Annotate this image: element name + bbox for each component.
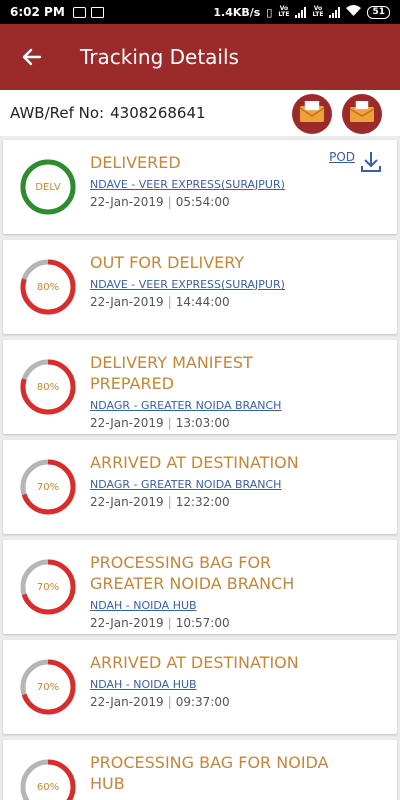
- progress-label: 60%: [36, 781, 60, 793]
- event-date: 22-Jan-2019: [90, 295, 164, 309]
- event-datetime: 22-Jan-2019 | 13:03:00: [90, 416, 337, 430]
- progress-label: 80%: [36, 381, 60, 393]
- tracking-event-card-5: 70% ARRIVED AT DESTINATION NDAH - NOIDA …: [3, 640, 397, 734]
- event-status-line: GREATER NOIDA BRANCH: [90, 574, 295, 593]
- event-status: DELIVERY MANIFEST PREPARED: [90, 352, 337, 394]
- event-date: 22-Jan-2019: [90, 616, 164, 630]
- pod-download-button[interactable]: POD: [329, 150, 383, 178]
- ref-label: AWB/Ref No:: [10, 104, 105, 122]
- app-bar: Tracking Details: [0, 24, 400, 90]
- message-icon: [90, 6, 104, 18]
- event-datetime: 22-Jan-2019 | 09:37:00: [90, 695, 337, 709]
- tracking-event-card-6: 60% PROCESSING BAG FOR NOIDAHUB |: [3, 740, 397, 800]
- event-branch-link[interactable]: NDAH - NOIDA HUB: [90, 678, 197, 691]
- wifi-icon: [346, 5, 362, 19]
- progress-ring: 80%: [18, 357, 78, 417]
- progress-label: 70%: [36, 681, 60, 693]
- tracking-event-card-1: 80% OUT FOR DELIVERY NDAVE - VEER EXPRES…: [3, 240, 397, 334]
- tracking-event-card-0: DELV DELIVERED NDAVE - VEER EXPRESS(SURA…: [3, 140, 397, 234]
- datetime-separator: |: [167, 416, 172, 430]
- event-datetime: 22-Jan-2019 | 12:32:00: [90, 495, 337, 509]
- datetime-separator: |: [167, 695, 172, 709]
- event-status-line: PROCESSING BAG FOR: [90, 553, 272, 572]
- progress-label: DELV: [35, 181, 61, 193]
- pod-label: POD: [329, 150, 355, 164]
- envelope-icon: [299, 100, 325, 127]
- event-datetime: 22-Jan-2019 | 14:44:00: [90, 295, 337, 309]
- progress-ring: DELV: [18, 157, 78, 217]
- event-time: 14:44:00: [175, 295, 230, 309]
- tracking-event-card-2: 80% DELIVERY MANIFEST PREPARED NDAGR - G…: [3, 340, 397, 434]
- event-status: ARRIVED AT DESTINATION: [90, 652, 337, 673]
- event-branch-link[interactable]: NDAGR - GREATER NOIDA BRANCH: [90, 478, 281, 491]
- lte-icon-2: Vo LTE: [312, 5, 324, 18]
- event-datetime: 22-Jan-2019 | 05:54:00: [90, 195, 337, 209]
- progress-ring: 70%: [18, 557, 78, 617]
- event-status: DELIVERED: [90, 152, 337, 173]
- lte-icon: Vo LTE: [278, 5, 290, 18]
- battery-icon: 51: [367, 5, 390, 19]
- sms-button[interactable]: [342, 94, 382, 134]
- event-date: 22-Jan-2019: [90, 695, 164, 709]
- status-bar: 6:02 PM 1.4KB/s ▯ Vo LTE Vo LTE 51: [0, 0, 400, 24]
- event-status-line: HUB: [90, 774, 125, 793]
- event-status: PROCESSING BAG FOR GREATER NOIDA BRANCH: [90, 552, 337, 594]
- event-status-line: ARRIVED AT DESTINATION: [90, 453, 299, 472]
- tracking-event-card-3: 70% ARRIVED AT DESTINATION NDAGR - GREAT…: [3, 440, 397, 534]
- email-button[interactable]: [292, 94, 332, 134]
- sms-envelope-icon: [349, 100, 375, 127]
- event-date: 22-Jan-2019: [90, 416, 164, 430]
- progress-label: 70%: [36, 581, 60, 593]
- event-branch-link[interactable]: NDAGR - GREATER NOIDA BRANCH: [90, 399, 281, 412]
- gallery-icon: [72, 6, 86, 18]
- ref-value: 4308268641: [110, 104, 206, 122]
- event-branch-link[interactable]: NDAH - NOIDA HUB: [90, 599, 197, 612]
- event-status-line: DELIVERED: [90, 153, 181, 172]
- net-speed: 1.4KB/s: [213, 5, 261, 19]
- progress-ring: 60%: [18, 757, 78, 800]
- event-branch-link[interactable]: NDAVE - VEER EXPRESS(SURAJPUR): [90, 178, 285, 191]
- progress-ring: 70%: [18, 657, 78, 717]
- reference-row: AWB/Ref No: 4308268641: [0, 90, 400, 136]
- tracking-event-list: DELV DELIVERED NDAVE - VEER EXPRESS(SURA…: [0, 136, 400, 800]
- event-status-line: ARRIVED AT DESTINATION: [90, 653, 299, 672]
- event-status-line: OUT FOR DELIVERY: [90, 253, 245, 272]
- status-time: 6:02 PM: [10, 5, 65, 19]
- page-title: Tracking Details: [80, 45, 239, 69]
- datetime-separator: |: [167, 616, 172, 630]
- event-date: 22-Jan-2019: [90, 495, 164, 509]
- event-status-line: DELIVERY MANIFEST PREPARED: [90, 353, 253, 393]
- progress-ring: 80%: [18, 257, 78, 317]
- signal-icon-1: [295, 6, 307, 18]
- event-time: 05:54:00: [175, 195, 230, 209]
- event-branch-link[interactable]: NDAVE - VEER EXPRESS(SURAJPUR): [90, 278, 285, 291]
- event-time: 12:32:00: [175, 495, 230, 509]
- event-status: ARRIVED AT DESTINATION: [90, 452, 337, 473]
- progress-label: 70%: [36, 481, 60, 493]
- event-status: OUT FOR DELIVERY: [90, 252, 337, 273]
- event-date: 22-Jan-2019: [90, 195, 164, 209]
- progress-ring: 70%: [18, 457, 78, 517]
- datetime-separator: |: [167, 295, 172, 309]
- event-status-line: PROCESSING BAG FOR NOIDA: [90, 753, 329, 772]
- event-datetime: 22-Jan-2019 | 10:57:00: [90, 616, 337, 630]
- event-time: 09:37:00: [175, 695, 230, 709]
- event-time: 10:57:00: [175, 616, 230, 630]
- datetime-separator: |: [167, 495, 172, 509]
- download-icon: [359, 150, 383, 178]
- tracking-event-card-4: 70% PROCESSING BAG FOR GREATER NOIDA BRAN…: [3, 540, 397, 634]
- progress-label: 80%: [36, 281, 60, 293]
- signal-icon-2: [329, 6, 341, 18]
- datetime-separator: |: [167, 195, 172, 209]
- vibrate-icon: ▯: [266, 5, 273, 19]
- back-arrow-icon[interactable]: [20, 45, 44, 69]
- event-time: 13:03:00: [175, 416, 230, 430]
- event-status: PROCESSING BAG FOR NOIDA HUB: [90, 752, 337, 794]
